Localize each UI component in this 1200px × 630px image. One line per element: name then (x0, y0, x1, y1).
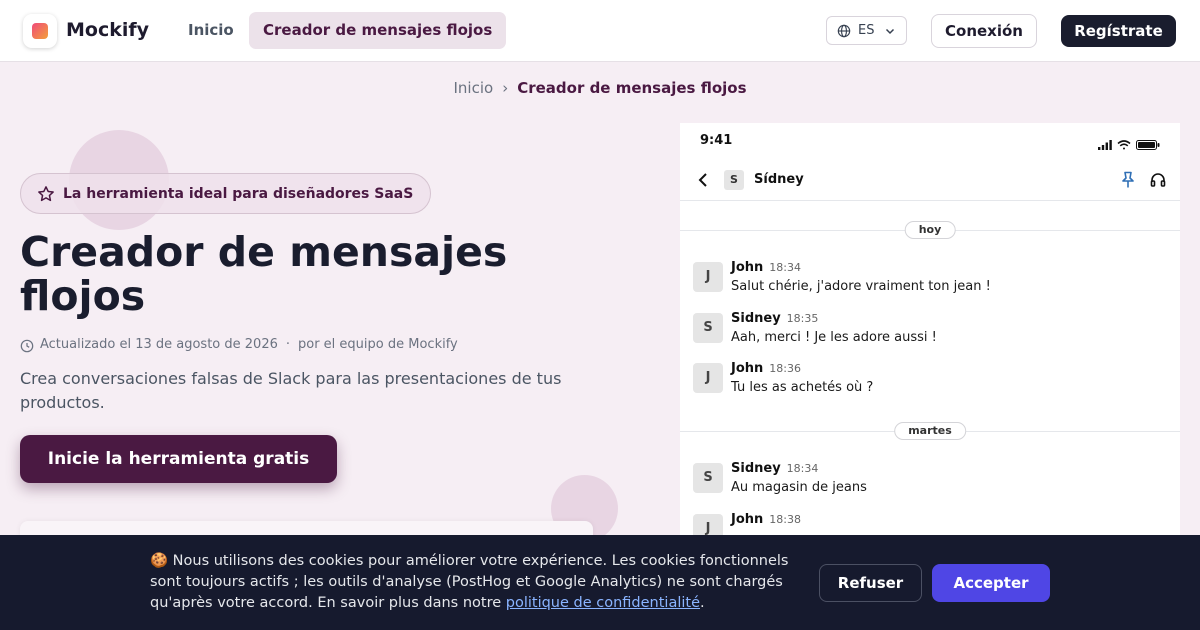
contact-avatar: S (724, 170, 744, 190)
cookie-banner: 🍪 Nous utilisons des cookies pour amélio… (0, 535, 1200, 630)
star-icon (38, 186, 54, 202)
message-time: 18:34 (769, 261, 801, 274)
message-text: Au magasin de jeans (731, 480, 867, 495)
accept-cookies-button[interactable]: Accepter (932, 564, 1050, 602)
headset-icon[interactable] (1150, 172, 1166, 188)
message-author: Sidney (731, 461, 781, 476)
logo-icon[interactable] (23, 14, 57, 48)
status-bar-time: 9:41 (700, 133, 733, 148)
updated-date: Actualizado el 13 de agosto de 2026 (40, 337, 278, 352)
message-item: J John 18:34 Salut chérie, j'adore vraime… (693, 260, 1173, 300)
language-code: ES (858, 23, 875, 38)
cookie-text-end: . (700, 595, 705, 611)
message-avatar: J (693, 262, 723, 292)
message-item: S Sidney 18:34 Au magasin de jeans (693, 461, 1173, 501)
message-text: Aah, merci ! Je les adore aussi ! (731, 330, 937, 345)
wifi-icon (1117, 140, 1131, 150)
cookie-emoji: 🍪 (150, 553, 169, 569)
top-navbar: Mockify Inicio Creador de mensajes flojo… (0, 0, 1200, 62)
register-button[interactable]: Regístrate (1061, 15, 1176, 47)
signal-icon (1097, 140, 1112, 150)
message-author: John (731, 361, 764, 376)
nav-link-home[interactable]: Inicio (188, 21, 234, 39)
breadcrumb-separator: › (502, 79, 509, 97)
status-bar-icons (1097, 135, 1160, 154)
brand-name[interactable]: Mockify (66, 19, 149, 41)
day-pill-today: hoy (904, 221, 956, 239)
slack-chat-preview: 9:41 S Sídney hoy J John 18:34 Salut chér… (680, 123, 1180, 563)
meta-separator: · (285, 337, 290, 352)
message-avatar: S (693, 463, 723, 493)
privacy-policy-link[interactable]: politique de confidentialité (506, 595, 700, 611)
clock-icon (20, 339, 34, 353)
message-avatar: S (693, 313, 723, 343)
contact-name: Sídney (754, 172, 804, 187)
login-button[interactable]: Conexión (931, 14, 1037, 48)
message-time: 18:36 (769, 362, 801, 375)
chat-header: S Sídney (680, 160, 1180, 201)
nav-link-slack-creator[interactable]: Creador de mensajes flojos (249, 12, 507, 49)
article-meta: Actualizado el 13 de agosto de 2026 · por … (20, 337, 458, 353)
hero-badge-label: La herramienta ideal para diseñadores Sa… (63, 186, 414, 202)
message-text: Tu les as achetés où ? (731, 380, 874, 395)
language-selector[interactable]: ES (826, 16, 907, 45)
message-time: 18:38 (769, 513, 801, 526)
message-item: J John 18:36 Tu les as achetés où ? (693, 361, 1173, 401)
message-time: 18:34 (786, 462, 819, 475)
author-credit: por el equipo de Mockify (298, 337, 458, 352)
day-pill-tuesday: martes (894, 422, 966, 440)
message-author: John (731, 512, 764, 527)
breadcrumb-home[interactable]: Inicio (454, 79, 494, 97)
hero-badge: La herramienta ideal para diseñadores Sa… (20, 173, 432, 214)
message-text: Salut chérie, j'adore vraiment ton jean … (731, 279, 991, 294)
message-avatar: J (693, 363, 723, 393)
battery-icon (1136, 140, 1160, 150)
back-arrow-icon[interactable] (698, 172, 708, 188)
page-title: Creador de mensajes flojos (20, 228, 508, 320)
message-time: 18:35 (786, 312, 819, 325)
hero-description: Crea conversaciones falsas de Slack para… (20, 369, 562, 412)
launch-tool-button[interactable]: Inicie la herramienta gratis (20, 435, 337, 483)
message-author: John (731, 260, 764, 275)
refuse-cookies-button[interactable]: Refuser (819, 564, 922, 602)
globe-icon (837, 24, 851, 38)
message-author: Sidney (731, 311, 781, 326)
pin-icon[interactable] (1121, 171, 1135, 189)
breadcrumb-current: Creador de mensajes flojos (517, 79, 747, 97)
message-item: S Sidney 18:35 Aah, merci ! Je les adore … (693, 311, 1173, 351)
breadcrumb: Inicio › Creador de mensajes flojos (0, 79, 1200, 97)
chevron-down-icon (885, 28, 895, 35)
cookie-message: 🍪 Nous utilisons des cookies pour amélio… (150, 551, 815, 614)
